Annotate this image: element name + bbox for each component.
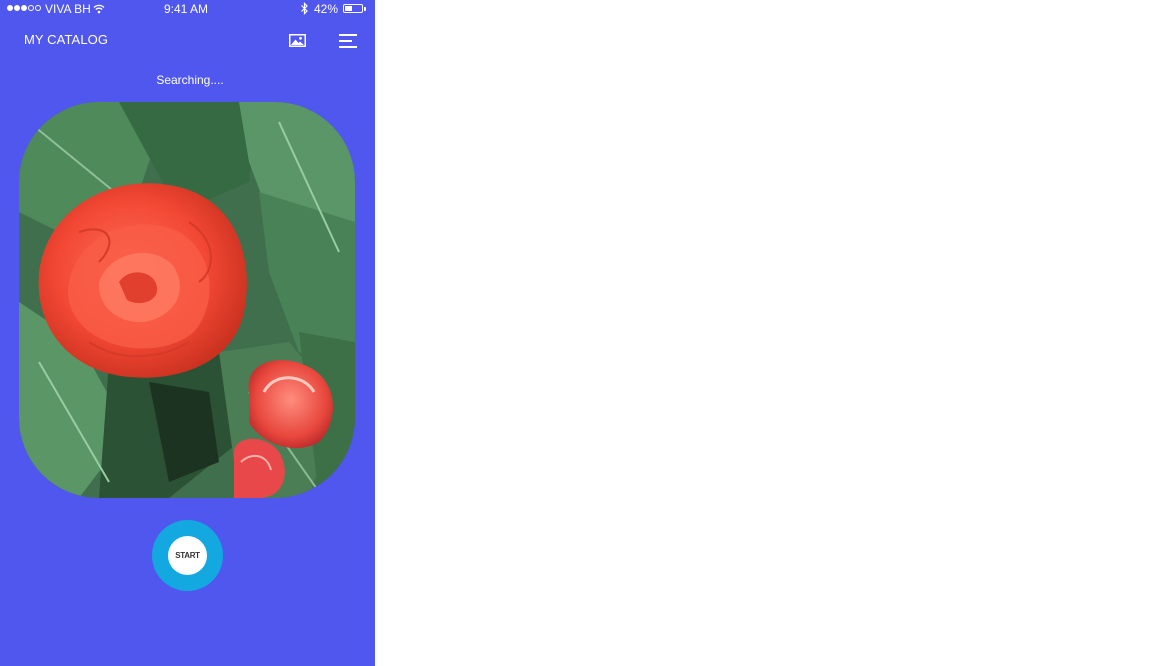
search-status-text: Searching....	[156, 73, 224, 87]
status-bar: VIVA BH 9:41 AM 42%	[0, 0, 375, 20]
menu-icon[interactable]	[339, 33, 357, 49]
battery-tip	[364, 7, 366, 11]
start-button[interactable]: START	[152, 520, 223, 591]
bluetooth-icon	[300, 2, 309, 18]
battery-icon	[343, 4, 363, 13]
page-title: MY CATALOG	[24, 32, 109, 47]
image-icon[interactable]	[289, 34, 306, 47]
flower-photo	[19, 102, 355, 498]
phone-screen: VIVA BH 9:41 AM 42% MY CATALOG Searching…	[0, 0, 375, 666]
battery-percent: 42%	[314, 2, 339, 16]
start-label: START	[168, 536, 207, 575]
